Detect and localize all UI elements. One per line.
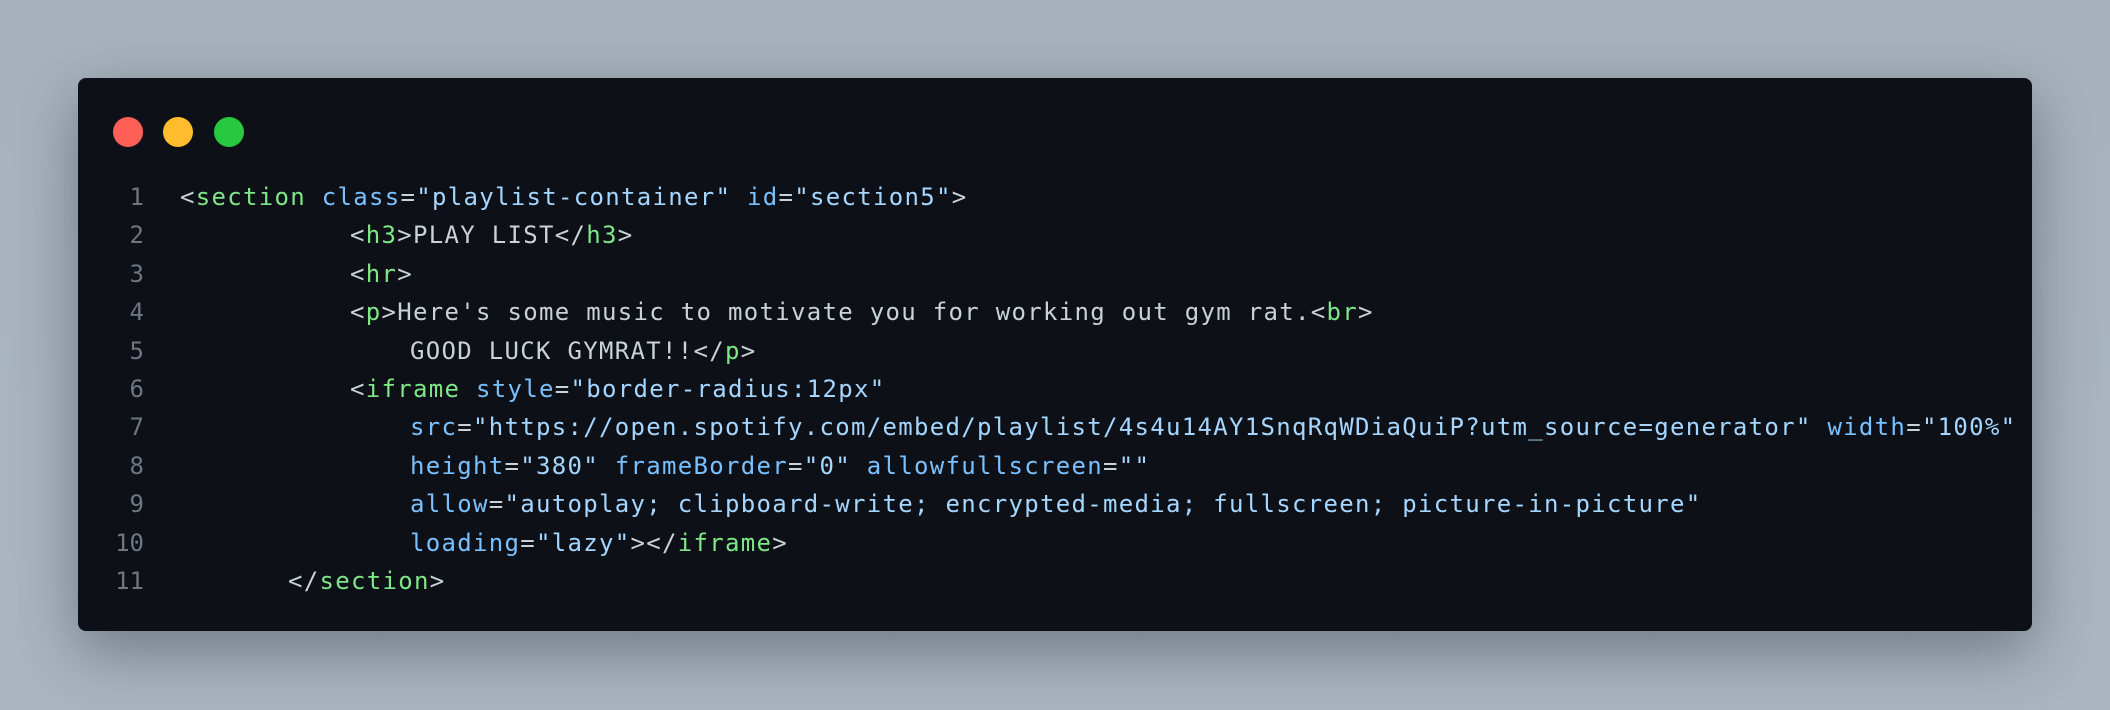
- line-number: 11: [115, 567, 144, 595]
- punctuation: <: [1310, 298, 1327, 327]
- attribute-value: "": [1118, 451, 1151, 480]
- punctuation: =: [400, 183, 417, 211]
- code-text: <hr>: [350, 255, 413, 293]
- tag-name: h3: [586, 221, 618, 250]
- line-number: 3: [129, 259, 144, 288]
- punctuation: <: [350, 221, 366, 250]
- code-text: <h3>PLAY LIST</h3>: [350, 216, 634, 254]
- punctuation: =: [457, 413, 473, 442]
- code-text: src="https://open.spotify.com/embed/play…: [410, 408, 2016, 446]
- text: PLAY LIST: [413, 221, 555, 250]
- text: Here's some music to motivate you for wo…: [397, 298, 1311, 327]
- tag-name: p: [725, 336, 741, 365]
- attribute-name: frameBorder: [614, 451, 788, 480]
- attribute-value: "playlist-container": [416, 183, 732, 211]
- punctuation: <: [180, 183, 196, 211]
- attribute-name: src: [410, 413, 458, 442]
- code-text: loading="lazy"></iframe>: [410, 524, 788, 562]
- line-number: 8: [129, 451, 144, 480]
- line-number: 9: [129, 490, 144, 519]
- tag-name: section: [195, 183, 306, 211]
- code-text: allow="autoplay; clipboard-write; encryp…: [410, 485, 1701, 523]
- punctuation: >: [951, 183, 968, 211]
- text: [460, 375, 476, 403]
- line-number: 2: [129, 221, 144, 250]
- punctuation: >: [617, 221, 634, 250]
- code-window: 1 <section class="playlist-container" id=…: [78, 78, 2032, 631]
- punctuation: =: [778, 183, 795, 211]
- punctuation: </: [288, 567, 320, 595]
- punctuation: =: [520, 528, 536, 557]
- text: [1812, 413, 1828, 441]
- tag-name: iframe: [677, 528, 773, 557]
- maximize-dot-icon: [214, 117, 244, 147]
- line-number: 10: [115, 528, 144, 557]
- tag-name: br: [1326, 298, 1358, 327]
- attribute-name: height: [410, 451, 505, 480]
- punctuation: >: [740, 336, 757, 365]
- punctuation: >: [1357, 298, 1374, 327]
- line-number: 5: [129, 336, 144, 365]
- punctuation: >: [429, 567, 446, 595]
- punctuation: =: [788, 451, 804, 480]
- attribute-value: "section5": [794, 183, 952, 211]
- line-number: 6: [129, 375, 144, 403]
- punctuation: <: [350, 375, 366, 403]
- text: [851, 452, 867, 480]
- attribute-name: allowfullscreen: [866, 451, 1103, 480]
- punctuation: ></: [630, 528, 678, 557]
- attribute-name: width: [1827, 413, 1907, 442]
- attribute-value: "lazy": [536, 528, 631, 557]
- text: [306, 183, 322, 211]
- punctuation: >: [397, 259, 413, 288]
- punctuation: =: [1906, 413, 1922, 442]
- attribute-value: "https://open.spotify.com/embed/playlist…: [473, 413, 1812, 442]
- punctuation: <: [350, 259, 366, 288]
- code-text: height="380" frameBorder="0" allowfullsc…: [410, 447, 1150, 485]
- text: [599, 452, 615, 480]
- punctuation: =: [554, 375, 571, 403]
- attribute-name: allow: [410, 490, 489, 519]
- punctuation: >: [397, 221, 413, 250]
- attribute-value: "border-radius:12px": [570, 375, 886, 403]
- punctuation: =: [1103, 451, 1119, 480]
- tag-name: p: [365, 298, 382, 327]
- attribute-name: loading: [410, 528, 521, 557]
- close-dot-icon: [113, 117, 143, 147]
- punctuation: =: [488, 490, 505, 519]
- attribute-value: "100%": [1921, 413, 2017, 442]
- punctuation: >: [772, 528, 788, 557]
- tag-name: hr: [365, 259, 398, 288]
- punctuation: </: [693, 336, 725, 365]
- attribute-value: "0": [803, 451, 851, 480]
- attribute-name: style: [476, 375, 555, 403]
- punctuation: </: [554, 221, 587, 250]
- code-text: </section>: [288, 562, 446, 600]
- text: GOOD LUCK GYMRAT!!: [410, 336, 694, 365]
- attribute-name: id: [746, 183, 779, 211]
- text: [731, 183, 747, 211]
- tag-name: iframe: [365, 375, 461, 403]
- code-text: <p>Here's some music to motivate you for…: [350, 293, 1374, 331]
- tag-name: h3: [365, 221, 398, 250]
- minimize-dot-icon: [163, 117, 193, 147]
- line-number: 4: [129, 298, 144, 327]
- code-text: <iframe style="border-radius:12px": [350, 370, 885, 408]
- punctuation: =: [504, 451, 521, 480]
- attribute-value: "autoplay; clipboard-write; encrypted-me…: [504, 490, 1702, 519]
- attribute-name: class: [321, 183, 401, 211]
- line-number: 1: [129, 183, 144, 211]
- punctuation: >: [381, 298, 398, 327]
- tag-name: section: [319, 567, 430, 595]
- punctuation: <: [350, 298, 366, 327]
- code-text: GOOD LUCK GYMRAT!!</p>: [410, 332, 757, 370]
- line-number: 7: [129, 413, 144, 442]
- code-text: <section class="playlist-container" id="…: [180, 178, 967, 216]
- attribute-value: "380": [520, 451, 599, 480]
